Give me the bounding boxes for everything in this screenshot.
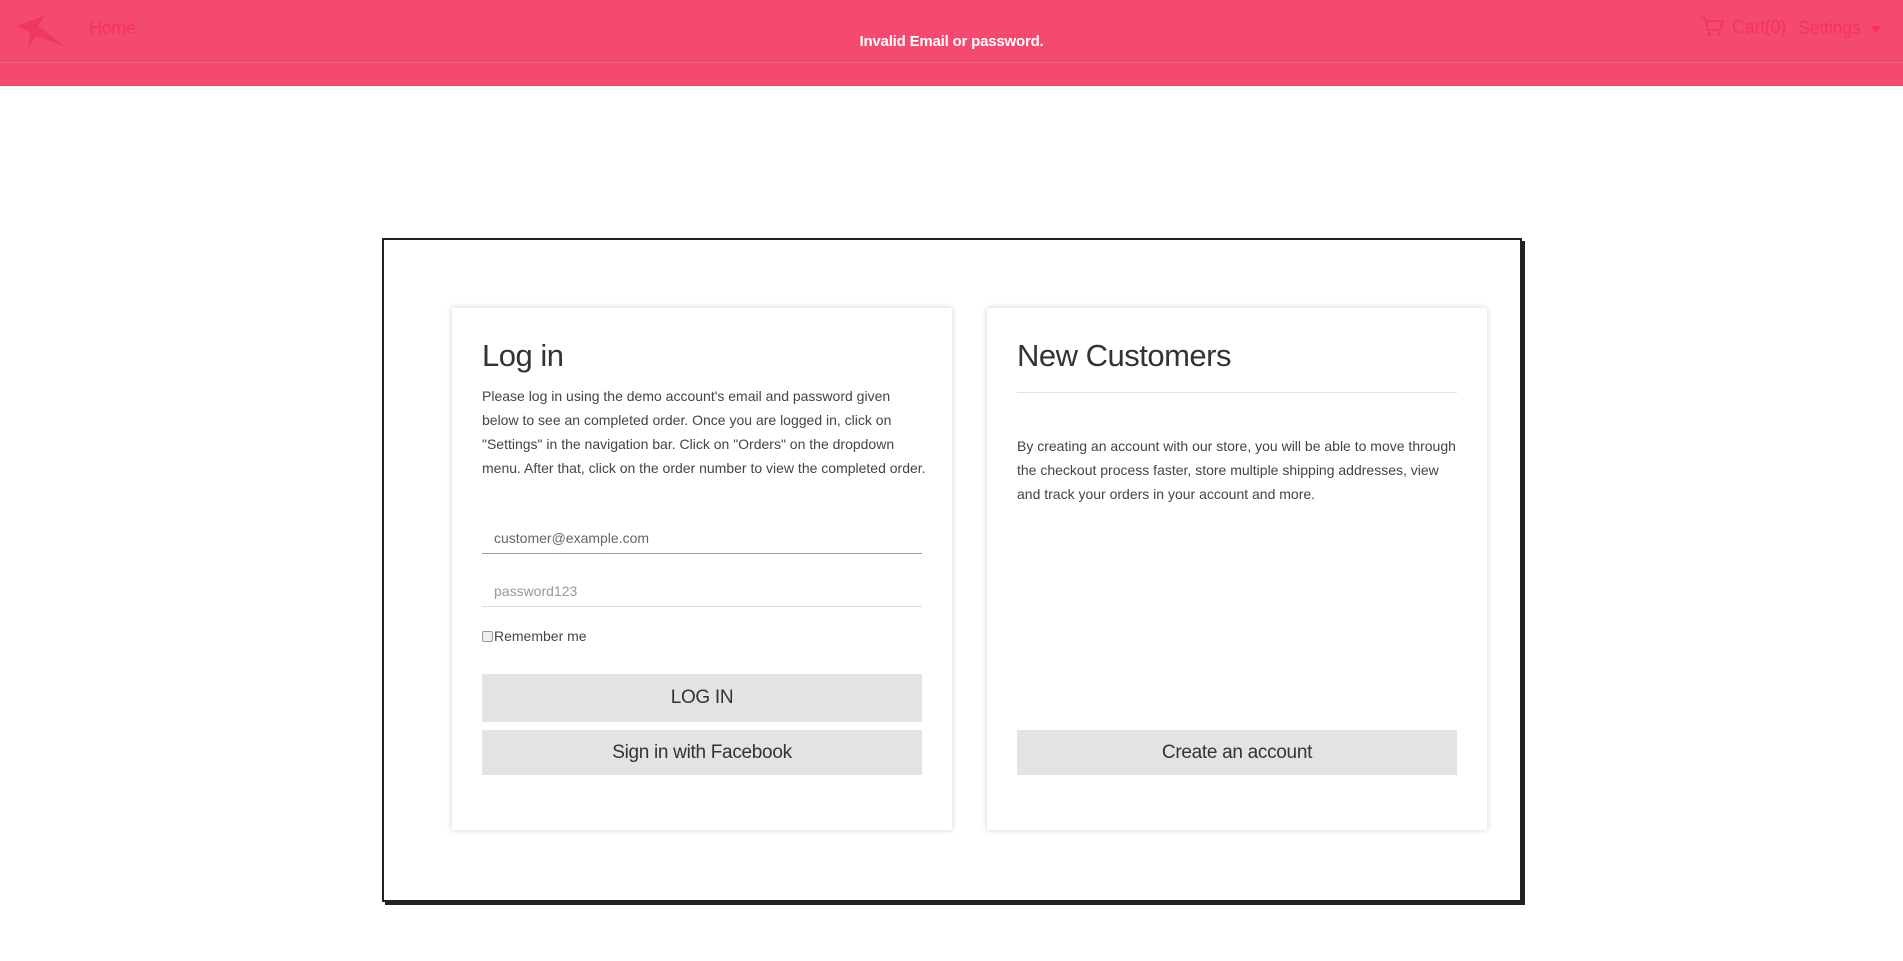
navbar: Home Cart(0) Settings	[0, 0, 1903, 62]
caret-down-icon	[1869, 25, 1882, 33]
brand-logo-icon[interactable]	[14, 12, 66, 52]
email-field[interactable]	[482, 522, 922, 554]
settings-label: Settings	[1798, 18, 1861, 38]
remember-me-label: Remember me	[494, 628, 587, 644]
login-title: Log in	[482, 338, 564, 373]
login-card: Log in Please log in using the demo acco…	[452, 308, 952, 830]
nav-home-link[interactable]: Home	[89, 18, 136, 39]
new-customers-description: By creating an account with our store, y…	[1017, 438, 1456, 502]
nav-cart-link[interactable]: Cart(0)	[1700, 16, 1786, 38]
cart-label: Cart(0)	[1732, 16, 1786, 37]
nav-settings-dropdown[interactable]: Settings	[1798, 18, 1882, 39]
remember-me-checkbox[interactable]	[482, 630, 493, 642]
password-field[interactable]	[482, 575, 922, 607]
login-description: Please log in using the demo account's e…	[482, 388, 926, 476]
flash-divider	[0, 62, 1903, 63]
new-customers-card: New Customers By creating an account wit…	[987, 308, 1487, 830]
new-customers-title: New Customers	[1017, 338, 1232, 373]
facebook-signin-button[interactable]: Sign in with Facebook	[482, 730, 922, 775]
create-account-button[interactable]: Create an account	[1017, 730, 1457, 775]
remember-me[interactable]: Remember me	[482, 628, 587, 644]
login-button[interactable]: LOG IN	[482, 674, 922, 722]
title-divider	[1017, 392, 1457, 393]
cart-icon	[1701, 17, 1724, 36]
